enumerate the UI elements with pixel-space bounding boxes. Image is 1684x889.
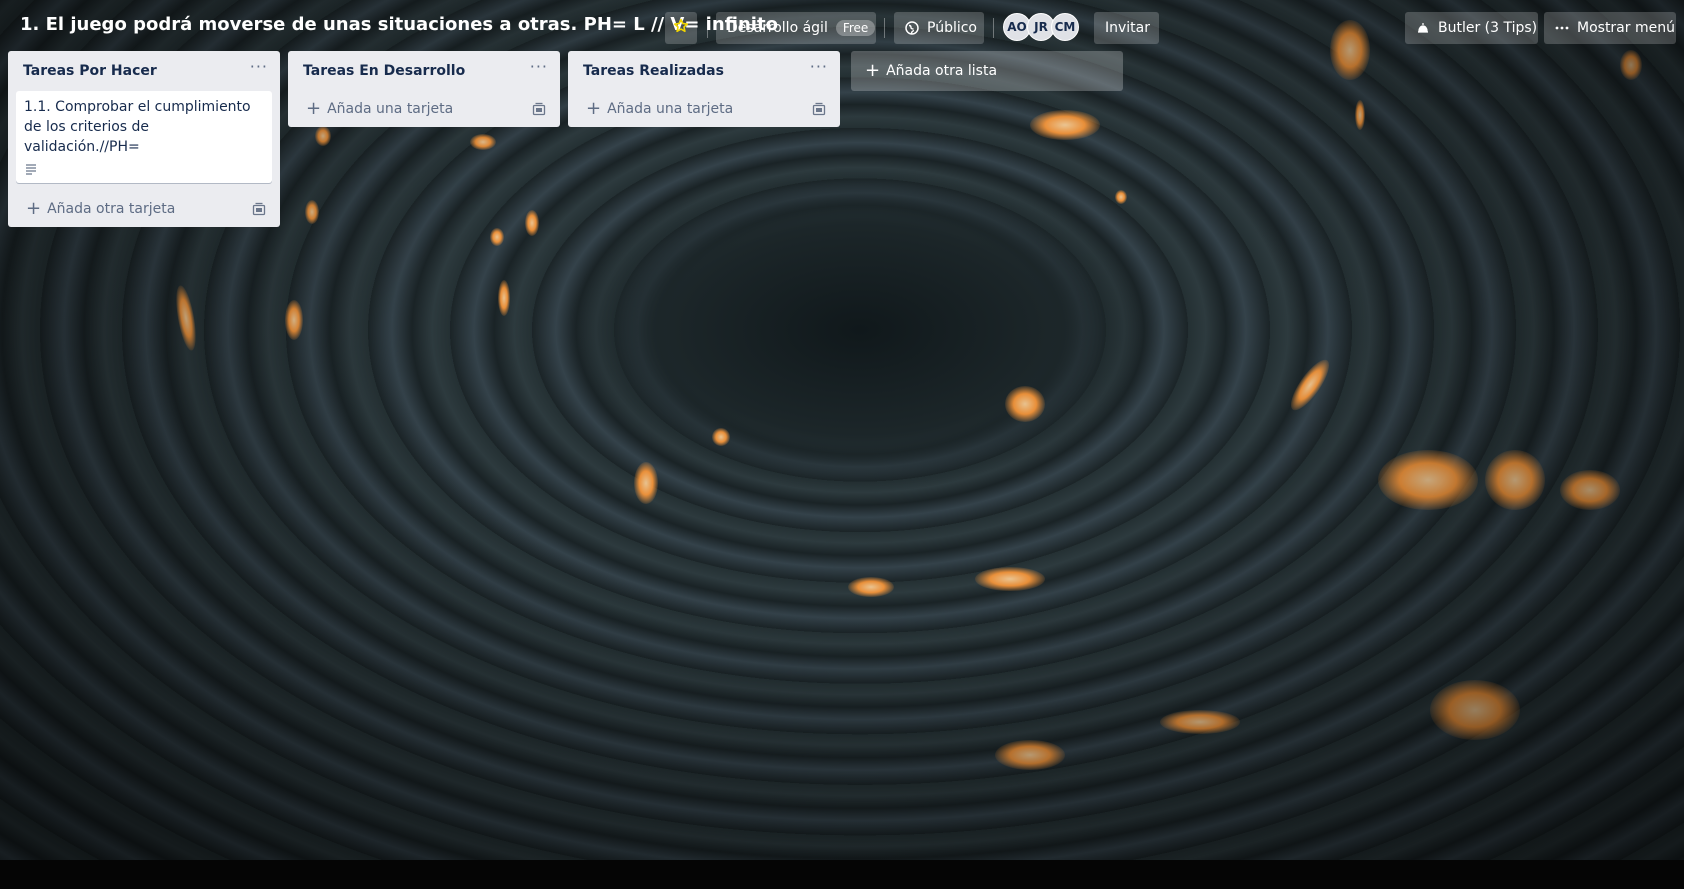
card[interactable]: 1.1. Comprobar el cumplimiento de los cr… (16, 91, 272, 183)
invite-button[interactable]: Invitar (1094, 12, 1159, 44)
list-title[interactable]: Tareas En Desarrollo (303, 63, 465, 79)
header-divider (884, 18, 885, 38)
board-header: 1. El juego podrá moverse de unas situac… (0, 0, 1684, 56)
list-tareas-en-desarrollo: Tareas En Desarrollo ··· + Añada una tar… (288, 51, 560, 127)
list-header: Tareas Realizadas ··· (568, 51, 840, 91)
add-list-label: Añada otra lista (886, 63, 998, 79)
workspace-label: Desarrollo ágil (727, 20, 828, 36)
list-tareas-realizadas: Tareas Realizadas ··· + Añada una tarjet… (568, 51, 840, 127)
bottom-band (0, 860, 1684, 889)
plus-icon: + (865, 60, 881, 81)
list-header: Tareas En Desarrollo ··· (288, 51, 560, 91)
visibility-label: Público (927, 20, 977, 36)
add-card-button[interactable]: + Añada una tarjeta (576, 91, 832, 127)
list-menu-icon[interactable]: ··· (810, 57, 828, 76)
add-card-label: Añada una tarjeta (327, 101, 454, 117)
list-menu-icon[interactable]: ··· (250, 57, 268, 76)
header-divider (707, 18, 708, 38)
list-title[interactable]: Tareas Por Hacer (23, 63, 157, 79)
show-menu-button[interactable]: Mostrar menú (1544, 12, 1676, 44)
show-menu-label: Mostrar menú (1577, 20, 1675, 36)
plus-icon: + (26, 198, 42, 219)
add-card-label: Añada otra tarjeta (47, 201, 176, 217)
plus-icon: + (586, 98, 602, 119)
butler-label: Butler (3 Tips) (1438, 20, 1538, 36)
plus-icon: + (306, 98, 322, 119)
star-button[interactable] (665, 12, 697, 44)
list-menu-icon[interactable]: ··· (530, 57, 548, 76)
card-title: 1.1. Comprobar el cumplimiento de los cr… (24, 99, 251, 155)
add-card-button[interactable]: + Añada una tarjeta (296, 91, 552, 127)
list-header: Tareas Por Hacer ··· (8, 51, 280, 91)
list-tareas-por-hacer: Tareas Por Hacer ··· 1.1. Comprobar el c… (8, 51, 280, 227)
list-title[interactable]: Tareas Realizadas (583, 63, 724, 79)
card-template-icon[interactable] (812, 102, 826, 120)
add-list-button[interactable]: + Añada otra lista (851, 51, 1123, 91)
description-icon (24, 163, 264, 175)
member-avatars: AO JR CM (1003, 13, 1079, 41)
globe-icon (905, 21, 919, 35)
butler-icon (1416, 21, 1430, 35)
star-icon (673, 18, 689, 38)
more-icon (1555, 25, 1569, 31)
butler-button[interactable]: Butler (3 Tips) (1405, 12, 1538, 44)
card-template-icon[interactable] (532, 102, 546, 120)
avatar[interactable]: CM (1051, 13, 1079, 41)
add-card-label: Añada una tarjeta (607, 101, 734, 117)
add-card-button[interactable]: + Añada otra tarjeta (16, 191, 272, 227)
plan-badge: Free (835, 20, 876, 36)
workspace-button[interactable]: Desarrollo ágil Free (716, 12, 876, 44)
header-divider (993, 18, 994, 38)
visibility-button[interactable]: Público (894, 12, 984, 44)
card-template-icon[interactable] (252, 202, 266, 220)
